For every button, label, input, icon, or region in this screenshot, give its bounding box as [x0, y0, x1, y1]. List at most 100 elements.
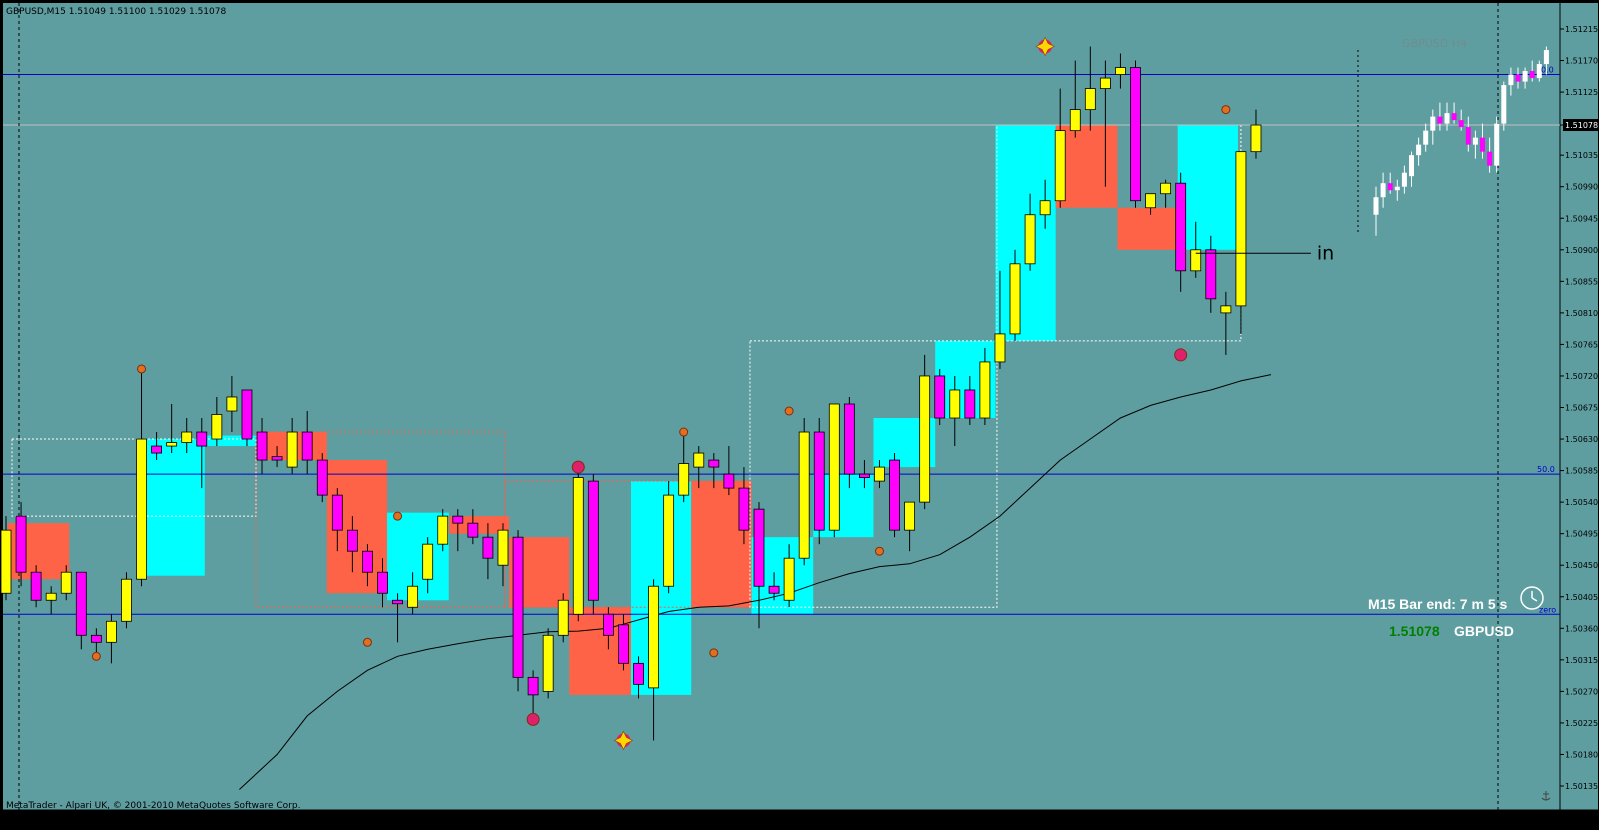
time-tick-label: 28 Jun 09:45 [612, 815, 663, 824]
candle-body [407, 585, 419, 608]
h4-candle-body [1515, 74, 1521, 82]
price-tick-label: 1.51170 [1565, 57, 1598, 66]
price-tick-label: 1.50990 [1565, 183, 1598, 192]
time-tick-label: 28 Jun 14:45 [917, 815, 968, 824]
candle-body [557, 599, 569, 636]
price-chart[interactable]: 1.51215 1.51170 1.51125 1.51078 1.51035 1.509… [0, 0, 1599, 830]
candle-body [738, 487, 750, 531]
candle-44 [663, 481, 675, 594]
candle-body [482, 536, 494, 559]
candle-body [889, 459, 900, 531]
candle-body [1115, 67, 1126, 75]
candle-34 [512, 530, 524, 692]
price-tick-label: 1.50495 [1565, 530, 1598, 539]
candle-body [331, 494, 343, 531]
h4-candle-body [1458, 120, 1464, 128]
candle-body [75, 571, 87, 636]
candle-body [60, 571, 72, 594]
price-tick-label: 1.50765 [1565, 340, 1598, 349]
candle-body [121, 578, 132, 622]
candle-body [241, 389, 253, 440]
fractal-marker-3 [393, 511, 403, 521]
candle-37 [557, 593, 569, 643]
candle-body [904, 501, 915, 531]
metatrader-chart-window[interactable]: 1.51215 1.51170 1.51125 1.51078 1.51035 1.509… [0, 0, 1599, 830]
candle-body [663, 494, 675, 587]
zone-bear-17 [1117, 207, 1178, 250]
h4-candle-body [1401, 172, 1407, 187]
fractal-marker-6 [679, 427, 689, 437]
time-tick-label: 28 Jun 02:45 [188, 815, 239, 824]
candle-body [813, 431, 825, 531]
candle-body [859, 473, 870, 478]
candle-body [1220, 305, 1232, 314]
candle-body [151, 445, 163, 454]
candle-body [211, 414, 223, 440]
candle-body [1099, 77, 1111, 89]
price-tick-label: 1.50315 [1565, 656, 1598, 665]
candle-67 [1009, 249, 1021, 341]
h4-candle-body [1430, 116, 1436, 131]
current-price-text: 1.51078 [1389, 623, 1440, 639]
time-tick-label: 28 Jun 03:45 [248, 815, 299, 824]
candle-body [377, 571, 388, 594]
candle-body [874, 466, 885, 482]
candle-body [1160, 182, 1172, 195]
candle-body [603, 613, 614, 636]
symbol-header: GBPUSD,M15 1.51049 1.51100 1.51029 1.510… [6, 7, 226, 17]
h4-candle-body [1472, 137, 1478, 145]
h4-candle-body [1423, 130, 1429, 145]
price-tick-label: 1.50675 [1565, 404, 1598, 413]
time-tick-label: 28 Jun 05:45 [370, 815, 421, 824]
candle-body [256, 431, 268, 461]
price-tick-label: 1.50405 [1565, 593, 1598, 602]
candle-body [1069, 109, 1081, 132]
candle-body [648, 585, 659, 689]
candle-body [181, 431, 193, 443]
h4-candle-body [1494, 123, 1500, 166]
candle-body [1175, 182, 1187, 272]
candle-body [1084, 88, 1096, 111]
price-tick-label: 1.50855 [1565, 277, 1598, 286]
candle-body [286, 431, 298, 468]
price-tick-label: 1.50540 [1565, 498, 1598, 507]
time-tick-label: 28 Jun 17:45 [1097, 815, 1148, 824]
fractal-marker-4 [526, 712, 540, 726]
candle-body [106, 620, 117, 643]
fib-50-label: 50.0 [1537, 465, 1555, 474]
bar-end-timer: M15 Bar end: 7 m 5 s [1368, 596, 1507, 612]
candle-body [1250, 124, 1262, 153]
time-tick-label: 28 Jun 01:45 [127, 815, 178, 824]
fractal-marker-0 [137, 364, 147, 374]
candle-body [1205, 249, 1217, 300]
fractal-marker-9 [874, 546, 884, 556]
price-tick-label: 1.50630 [1565, 435, 1598, 444]
candle-38 [572, 467, 584, 622]
time-tick-label: 28 Jun 18:45 [1159, 815, 1210, 824]
candle-body [994, 333, 1006, 363]
candle-body [497, 529, 509, 566]
candle-body [422, 543, 434, 580]
fractal-marker-10 [1174, 348, 1188, 362]
candle-62 [934, 368, 946, 426]
candle-body [1054, 130, 1066, 202]
in-annotation-label: in [1317, 242, 1334, 264]
h4-candle-body [1501, 85, 1507, 124]
h4-candle-body [1394, 186, 1400, 191]
time-tick-label: 28 Jun 10:45 [673, 815, 724, 824]
price-tick-label: 1.51035 [1565, 151, 1598, 160]
fractal-marker-8 [784, 406, 794, 416]
candle-body [1039, 200, 1051, 216]
candle-body [693, 452, 705, 468]
candle-body [90, 634, 102, 643]
candle-body [45, 592, 57, 601]
price-tick-label: 1.51215 [1565, 25, 1598, 34]
candle-16 [241, 389, 253, 447]
price-tick-label: 1.50225 [1565, 719, 1598, 728]
candle-body [452, 515, 464, 524]
candle-54 [813, 418, 825, 545]
candle-body [708, 459, 720, 468]
candle-8 [121, 572, 132, 629]
candle-body [467, 522, 479, 538]
time-tick-label: 28 Jun 00:45 [66, 815, 117, 824]
